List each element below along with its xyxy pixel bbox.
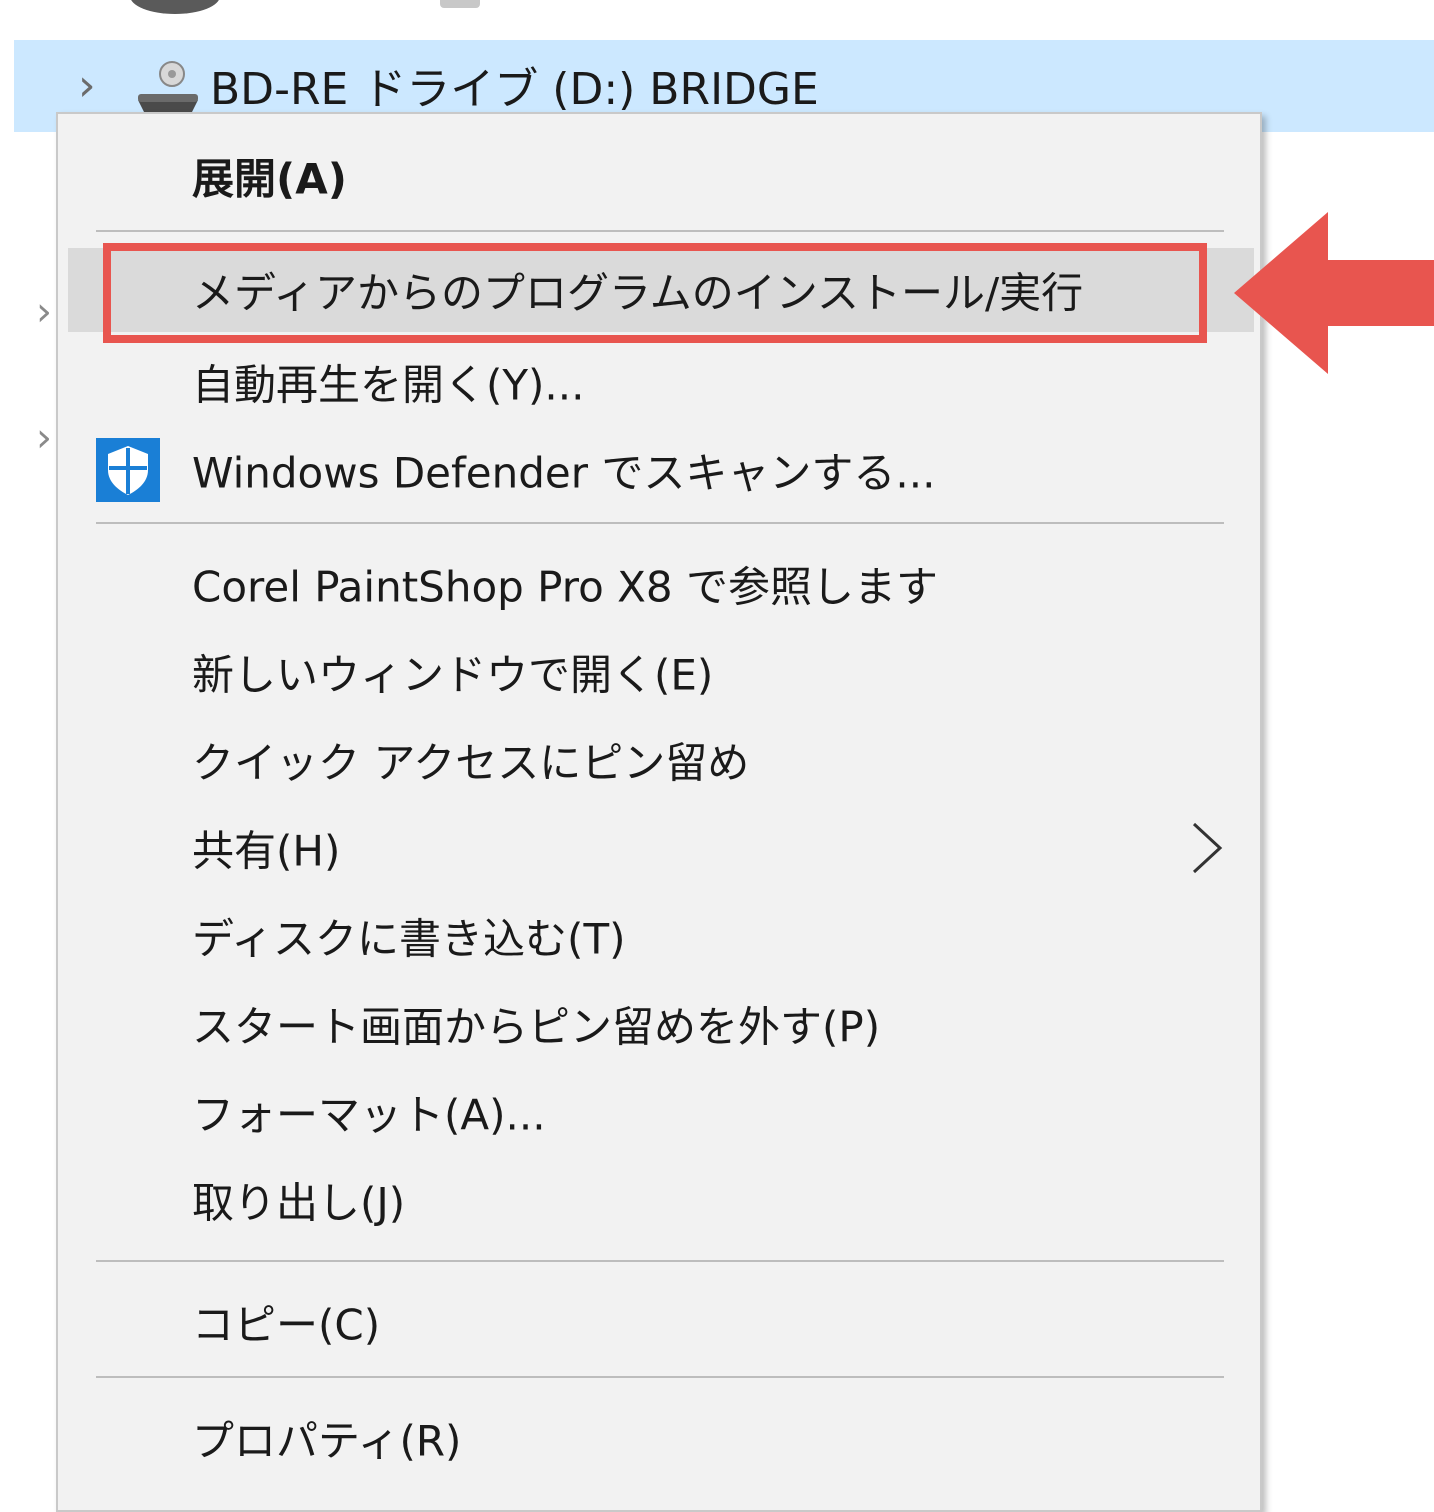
chevron-right-icon (1192, 822, 1223, 874)
menu-item-burn-to-disc[interactable]: ディスクに書き込む(T) (58, 894, 1260, 978)
menu-item-label: ディスクに書き込む(T) (192, 914, 626, 964)
tree-chevron-icon[interactable]: › (36, 418, 52, 458)
menu-item-label: フォーマット(A)... (192, 1090, 546, 1140)
menu-item-eject[interactable]: 取り出し(J) (58, 1158, 1260, 1242)
menu-separator (96, 1376, 1224, 1378)
menu-item-label: クイック アクセスにピン留め (192, 738, 750, 788)
menu-item-unpin-start[interactable]: スタート画面からピン留めを外す(P) (58, 982, 1260, 1066)
menu-item-label: 新しいウィンドウで開く(E) (192, 650, 714, 700)
tree-chevron-icon[interactable]: › (36, 292, 52, 332)
menu-item-pin-quick-access[interactable]: クイック アクセスにピン留め (58, 718, 1260, 802)
optical-drive-icon (138, 61, 198, 112)
menu-item-label: 展開(A) (192, 154, 347, 204)
menu-item-label: 取り出し(J) (192, 1178, 406, 1228)
menu-item-label: Windows Defender でスキャンする... (192, 448, 936, 498)
menu-item-corel-browse[interactable]: Corel PaintShop Pro X8 で参照します (58, 542, 1260, 626)
drive-icon-partial (130, 0, 220, 14)
tree-row-above-partial (60, 0, 520, 22)
menu-item-properties[interactable]: プロパティ(R) (58, 1396, 1260, 1480)
windows-defender-shield-icon (96, 438, 160, 502)
menu-item-label: スタート画面からピン留めを外す(P) (192, 1002, 881, 1052)
menu-item-label: Corel PaintShop Pro X8 で参照します (192, 562, 938, 612)
annotation-highlight-box (103, 243, 1207, 343)
menu-item-format[interactable]: フォーマット(A)... (58, 1070, 1260, 1154)
menu-item-defender-scan[interactable]: Windows Defender でスキャンする... (58, 428, 1260, 512)
menu-separator (96, 230, 1224, 232)
menu-item-expand[interactable]: 展開(A) (58, 134, 1260, 218)
menu-item-copy[interactable]: コピー(C) (58, 1280, 1260, 1364)
menu-item-label: プロパティ(R) (192, 1416, 462, 1466)
menu-separator (96, 1260, 1224, 1262)
menu-item-label: 共有(H) (192, 826, 341, 876)
annotation-arrow-icon (1234, 212, 1434, 374)
menu-item-label: 自動再生を開く(Y)... (192, 360, 585, 410)
menu-separator (96, 522, 1224, 524)
expand-chevron-icon[interactable]: › (78, 56, 96, 116)
menu-item-share[interactable]: 共有(H) (58, 806, 1260, 890)
menu-item-label: コピー(C) (192, 1300, 381, 1350)
menu-item-open-autoplay[interactable]: 自動再生を開く(Y)... (58, 340, 1260, 424)
menu-item-open-new-window[interactable]: 新しいウィンドウで開く(E) (58, 630, 1260, 714)
drive-label[interactable]: BD-RE ドライブ (D:) BRIDGE (210, 60, 819, 120)
label-partial (440, 0, 480, 8)
